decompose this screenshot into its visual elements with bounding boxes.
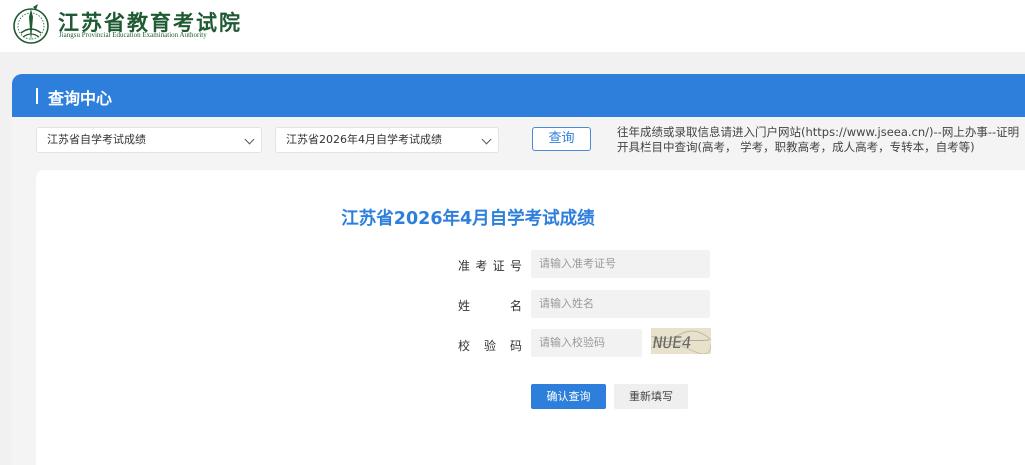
ticket-number-input[interactable] xyxy=(531,250,710,278)
history-notice: 往年成绩或录取信息请进入门户网站(https://www.jseea.cn/)-… xyxy=(617,125,1020,154)
panel-header: 查询中心 xyxy=(12,74,1025,117)
chevron-down-icon xyxy=(481,134,492,145)
captcha-image[interactable]: NUE4 xyxy=(651,328,711,354)
name-label: 姓名 xyxy=(458,299,522,313)
form-title: 江苏省2026年4月自学考试成绩 xyxy=(341,209,595,229)
category-select-value: 江苏省自学考试成绩 xyxy=(47,133,146,146)
confirm-query-button[interactable]: 确认查询 xyxy=(531,384,606,409)
captcha-text: NUE4 xyxy=(652,333,693,352)
ticket-number-label: 准考证号 xyxy=(458,259,522,273)
name-input[interactable] xyxy=(531,290,710,318)
panel-title: 查询中心 xyxy=(48,89,113,108)
exam-select[interactable]: 江苏省2026年4月自学考试成绩 xyxy=(275,127,499,153)
category-select[interactable]: 江苏省自学考试成绩 xyxy=(36,127,262,153)
captcha-graphic: NUE4 xyxy=(651,328,711,354)
captcha-label: 校验码 xyxy=(458,339,522,353)
site-header: 江苏省教育考试院 Jiangsu Provincial Education Ex… xyxy=(0,0,1025,52)
site-subtitle: Jiangsu Provincial Education Examination… xyxy=(59,31,207,39)
reset-button[interactable]: 重新填写 xyxy=(614,384,688,409)
emblem-logo-icon xyxy=(13,4,49,44)
title-bar-marker xyxy=(36,88,38,104)
query-button[interactable]: 查询 xyxy=(532,127,591,151)
exam-select-value: 江苏省2026年4月自学考试成绩 xyxy=(286,133,442,146)
captcha-input[interactable] xyxy=(531,329,642,357)
chevron-down-icon xyxy=(244,134,255,145)
